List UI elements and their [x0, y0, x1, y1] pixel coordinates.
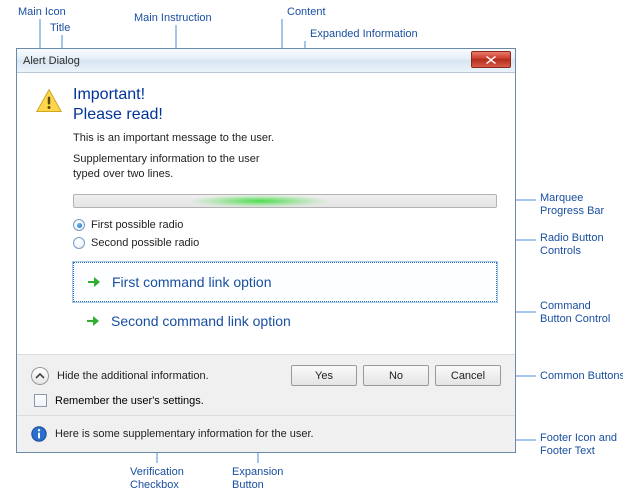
command-link-label: Second command link option: [111, 313, 291, 329]
info-icon: [31, 426, 47, 442]
callout-main-icon: Main Icon: [18, 6, 66, 19]
verification-label: Remember the user's settings.: [55, 395, 204, 407]
radio-option-1[interactable]: First possible radio: [73, 216, 497, 234]
command-link-label: First command link option: [112, 274, 272, 290]
window-title: Alert Dialog: [23, 55, 80, 67]
content-line3: typed over two lines.: [73, 167, 497, 182]
titlebar[interactable]: Alert Dialog: [17, 49, 515, 73]
callout-main-instruction: Main Instruction: [134, 12, 212, 25]
warning-icon: [35, 87, 63, 115]
footer-text: Here is some supplementary information f…: [55, 428, 314, 440]
command-link-2[interactable]: Second command link option: [73, 302, 497, 340]
cancel-button[interactable]: Cancel: [435, 365, 501, 386]
radio-label: First possible radio: [91, 219, 183, 231]
arrow-right-icon: [83, 312, 101, 330]
close-button[interactable]: [471, 51, 511, 68]
content-line1: This is an important message to the user…: [73, 131, 497, 146]
footer-panel: Hide the additional information. Yes No …: [17, 354, 515, 415]
yes-button[interactable]: Yes: [291, 365, 357, 386]
callout-title: Title: [50, 22, 70, 35]
radio-option-2[interactable]: Second possible radio: [73, 234, 497, 252]
verification-checkbox[interactable]: [34, 394, 47, 407]
content-line2: Supplementary information to the user: [73, 152, 497, 167]
content-text: This is an important message to the user…: [73, 131, 497, 182]
callout-footer: Footer Icon and Footer Text: [540, 432, 617, 458]
callout-expanded-info: Expanded Information: [310, 28, 418, 41]
callout-expansion: Expansion Button: [232, 466, 283, 492]
command-link-1[interactable]: First command link option: [73, 262, 497, 302]
command-links: First command link option Second command…: [73, 262, 497, 340]
radio-indicator-icon: [73, 237, 85, 249]
expansion-label: Hide the additional information.: [57, 370, 209, 382]
radio-group: First possible radio Second possible rad…: [73, 216, 497, 252]
chevron-up-icon: [35, 371, 45, 381]
alert-dialog-window: Alert Dialog Important! Please read! Thi…: [16, 48, 516, 453]
main-instruction: Important! Please read!: [73, 85, 163, 125]
marquee-progress-bar: [73, 194, 497, 208]
common-buttons: Yes No Cancel: [291, 365, 501, 386]
expansion-button[interactable]: [31, 367, 49, 385]
arrow-right-icon: [84, 273, 102, 291]
radio-label: Second possible radio: [91, 237, 199, 249]
no-button[interactable]: No: [363, 365, 429, 386]
radio-indicator-icon: [73, 219, 85, 231]
callout-content: Content: [287, 6, 326, 19]
close-icon: [486, 56, 496, 64]
instruction-line2: Please read!: [73, 105, 163, 125]
callout-common-buttons: Common Buttons: [540, 370, 623, 383]
callout-cmdlink: Command Button Control: [540, 300, 610, 326]
callout-verification: Verification Checkbox: [130, 466, 184, 492]
callout-marquee: Marquee Progress Bar: [540, 192, 604, 218]
content-area: Important! Please read! This is an impor…: [17, 73, 515, 354]
footer-info: Here is some supplementary information f…: [17, 415, 515, 452]
callout-radios: Radio Button Controls: [540, 232, 604, 258]
instruction-line1: Important!: [73, 85, 163, 105]
